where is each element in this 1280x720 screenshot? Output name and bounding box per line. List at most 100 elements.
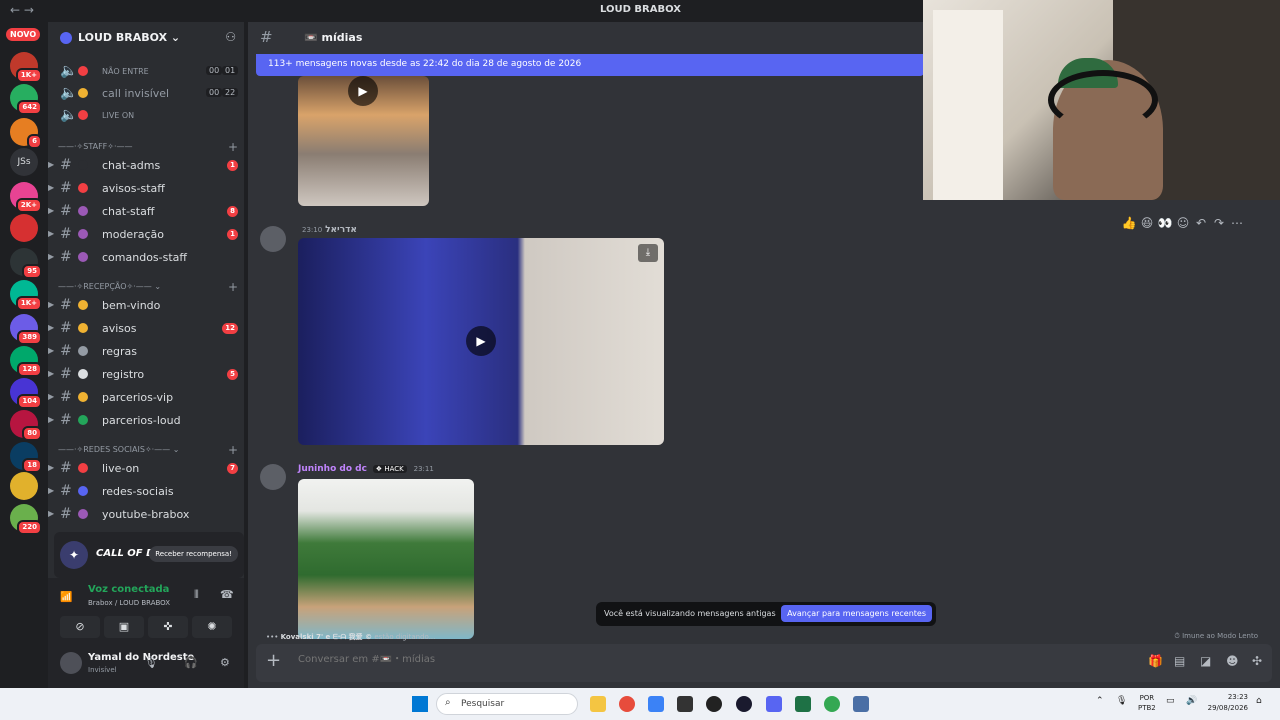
- upload-plus-icon[interactable]: +: [266, 650, 281, 671]
- soundboard-button[interactable]: ✺: [192, 616, 232, 638]
- channel-item[interactable]: ▶ # chat-adms 1: [48, 156, 244, 176]
- guild-header[interactable]: LOUD BRABOX ⌄ ⚇: [48, 22, 244, 54]
- chevron-right-icon[interactable]: ▶: [48, 369, 54, 378]
- chevron-right-icon[interactable]: ▶: [48, 229, 54, 238]
- server-icon[interactable]: 389: [10, 314, 42, 345]
- app-icon[interactable]: [706, 696, 722, 712]
- voice-status[interactable]: Voz conectada: [88, 584, 169, 595]
- signal-icon[interactable]: 📶: [60, 592, 72, 603]
- voice-channel[interactable]: 🔈 LIVE ON: [48, 106, 244, 126]
- chevron-right-icon[interactable]: ▶: [48, 160, 54, 169]
- server-icon[interactable]: 80: [10, 410, 42, 441]
- taskbar-search[interactable]: ⌕ Pesquisar: [436, 693, 578, 715]
- server-icon[interactable]: 104: [10, 378, 42, 409]
- server-icon[interactable]: 1K+: [10, 52, 42, 83]
- language-indicator[interactable]: POR PTB2: [1138, 693, 1156, 713]
- channel-item[interactable]: ▶ # registro 5: [48, 365, 244, 385]
- settings-icon[interactable]: [853, 696, 869, 712]
- channel-item[interactable]: ▶ # bem-vindo: [48, 296, 244, 316]
- message-author[interactable]: Juninho do dc: [298, 464, 367, 474]
- channel-item[interactable]: ▶ # chat-staff 8: [48, 202, 244, 222]
- claim-reward-button[interactable]: Receber recompensa!: [149, 546, 238, 562]
- server-icon[interactable]: 2K+: [10, 182, 42, 213]
- chevron-right-icon[interactable]: ▶: [48, 486, 54, 495]
- chevron-right-icon[interactable]: ▶: [48, 300, 54, 309]
- chevron-right-icon[interactable]: ▶: [48, 323, 54, 332]
- noise-suppression-icon[interactable]: ⦀: [194, 588, 199, 602]
- server-icon[interactable]: 220: [10, 504, 42, 535]
- jump-to-present-button[interactable]: Avançar para mensagens recentes: [781, 605, 932, 622]
- server-jss[interactable]: JSs: [10, 148, 38, 176]
- channel-item[interactable]: ▶ # moderação 1: [48, 225, 244, 245]
- discord-icon[interactable]: [766, 696, 782, 712]
- category-redes-sociais[interactable]: ——·✧REDES SOCIAIS✧·—— ⌄ +: [58, 443, 238, 457]
- app-icon[interactable]: [736, 696, 752, 712]
- chrome-icon[interactable]: [824, 696, 840, 712]
- channel-item[interactable]: ▶ # regras: [48, 342, 244, 362]
- laugh-icon[interactable]: 😆: [1138, 216, 1156, 230]
- forward-icon[interactable]: ↷: [1210, 216, 1228, 230]
- avatar[interactable]: [60, 652, 82, 674]
- volume-icon[interactable]: 🔊: [1186, 696, 1197, 706]
- screen-share-button[interactable]: ▣: [104, 616, 144, 638]
- clock[interactable]: 23:23 29/08/2026: [1208, 692, 1248, 714]
- chevron-right-icon[interactable]: ▶: [48, 392, 54, 401]
- gift-icon[interactable]: 🎁: [1148, 654, 1163, 668]
- eyes-icon[interactable]: 👀: [1156, 216, 1174, 230]
- server-icon[interactable]: 128: [10, 346, 42, 377]
- invite-people-icon[interactable]: ⚇: [225, 30, 236, 44]
- chevron-right-icon[interactable]: ▶: [48, 509, 54, 518]
- message-author[interactable]: אדריאל: [325, 225, 357, 235]
- server-icon[interactable]: 95: [10, 248, 42, 279]
- add-channel-icon[interactable]: +: [228, 280, 238, 294]
- more-icon[interactable]: ⋯: [1228, 216, 1246, 230]
- thumbs-up-icon[interactable]: 👍: [1120, 216, 1138, 230]
- windows-start-icon[interactable]: [412, 696, 428, 712]
- disconnect-icon[interactable]: ☎: [220, 588, 234, 601]
- chevron-right-icon[interactable]: ▶: [48, 415, 54, 424]
- server-icon[interactable]: 642: [10, 84, 42, 115]
- chevron-up-icon[interactable]: ⌃: [1096, 696, 1104, 706]
- chevron-right-icon[interactable]: ▶: [48, 463, 54, 472]
- avatar[interactable]: [260, 226, 286, 252]
- notification-icon[interactable]: ⌂: [1256, 696, 1262, 706]
- network-icon[interactable]: ▭: [1166, 696, 1175, 706]
- new-messages-bar[interactable]: 113+ mensagens novas desde as 22:42 do d…: [256, 54, 924, 76]
- add-channel-icon[interactable]: +: [228, 443, 238, 457]
- image-embed[interactable]: [298, 479, 474, 639]
- server-icon[interactable]: 6: [10, 118, 42, 149]
- play-icon[interactable]: ▶: [466, 326, 496, 356]
- category-recepcao[interactable]: ——·✧RECEPÇÃO✧·—— ⌄ +: [58, 280, 238, 294]
- channel-item[interactable]: ▶ # avisos-staff: [48, 179, 244, 199]
- gear-icon[interactable]: ⚙: [220, 656, 230, 669]
- back-forward-nav[interactable]: ← →: [10, 3, 34, 17]
- play-icon[interactable]: ▶: [348, 76, 378, 106]
- headphones-icon[interactable]: 🎧: [184, 656, 198, 669]
- message-input[interactable]: [298, 654, 998, 665]
- camera-off-button[interactable]: ⊘: [60, 616, 100, 638]
- activities-button[interactable]: ✜: [148, 616, 188, 638]
- gif-icon[interactable]: ▤: [1174, 654, 1185, 668]
- channel-item[interactable]: ▶ # redes-sociais: [48, 482, 244, 502]
- channel-item[interactable]: ▶ # comandos-staff: [48, 248, 244, 268]
- server-icon[interactable]: 1K+: [10, 280, 42, 311]
- user-name[interactable]: Yamal do Nordeste: [88, 652, 194, 663]
- microphone-icon[interactable]: 🎙: [144, 656, 158, 669]
- video-embed[interactable]: ▶ ⤓: [298, 238, 664, 445]
- category-staff[interactable]: ——·✧STAFF✧·—— +: [58, 140, 238, 154]
- server-icon[interactable]: 18: [10, 442, 42, 473]
- chevron-right-icon[interactable]: ▶: [48, 183, 54, 192]
- channel-item[interactable]: ▶ # parcerios-loud: [48, 411, 244, 431]
- channel-item[interactable]: ▶ # avisos 12: [48, 319, 244, 339]
- add-reaction-icon[interactable]: ☺: [1174, 216, 1192, 230]
- voice-channel[interactable]: 🔈 call invisível 00 22: [48, 84, 244, 104]
- reply-icon[interactable]: ↶: [1192, 216, 1210, 230]
- chevron-right-icon[interactable]: ▶: [48, 346, 54, 355]
- channel-item[interactable]: ▶ # parcerios-vip: [48, 388, 244, 408]
- apps-icon[interactable]: ✣: [1252, 654, 1262, 668]
- file-explorer-icon[interactable]: [590, 696, 606, 712]
- avatar[interactable]: [260, 464, 286, 490]
- microphone-icon[interactable]: 🎙: [1116, 696, 1127, 706]
- channel-item[interactable]: ▶ # youtube-brabox: [48, 505, 244, 525]
- app-icon[interactable]: [648, 696, 664, 712]
